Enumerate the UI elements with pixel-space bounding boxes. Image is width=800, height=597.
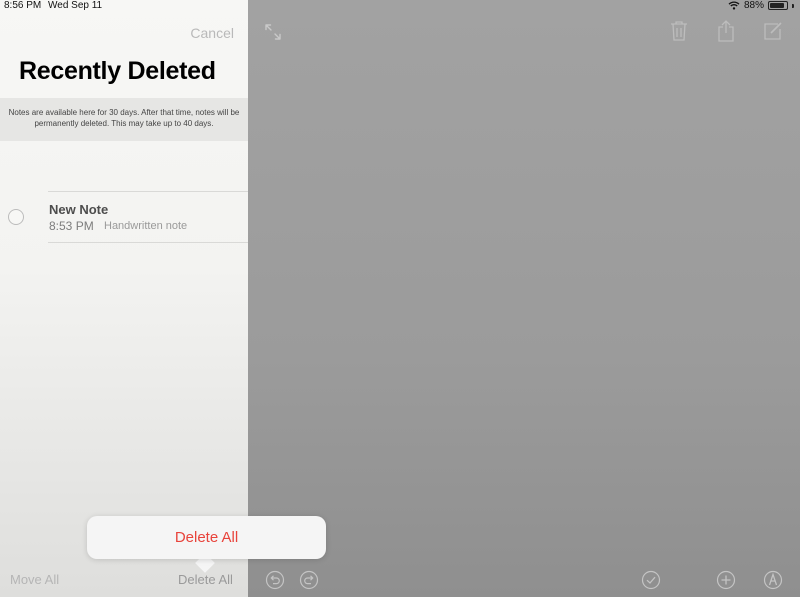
battery-icon bbox=[768, 1, 788, 10]
wifi-icon bbox=[728, 1, 740, 10]
compose-icon[interactable] bbox=[763, 21, 783, 41]
status-indicators: 88% bbox=[728, 0, 794, 11]
delete-all-button[interactable]: Delete All bbox=[178, 572, 233, 587]
list-item[interactable]: New Note 8:53 PM Handwritten note bbox=[0, 192, 248, 242]
undo-icon[interactable] bbox=[265, 570, 285, 590]
battery-cap bbox=[792, 3, 794, 8]
note-subtitle: Handwritten note bbox=[104, 220, 188, 232]
delete-all-popover: Delete All bbox=[87, 516, 326, 559]
move-all-button[interactable]: Move All bbox=[10, 572, 59, 587]
trash-icon[interactable] bbox=[670, 20, 688, 42]
select-radio[interactable] bbox=[8, 209, 24, 225]
recently-deleted-sidebar: Cancel Recently Deleted Notes are availa… bbox=[0, 0, 248, 597]
checklist-icon[interactable] bbox=[641, 570, 661, 590]
status-time: 8:56 PM bbox=[4, 0, 42, 11]
note-time: 8:53 PM bbox=[49, 219, 94, 233]
battery-fill bbox=[770, 3, 784, 8]
retention-notice: Notes are available here for 30 days. Af… bbox=[0, 98, 248, 141]
expand-icon[interactable] bbox=[264, 23, 282, 41]
status-date: Wed Sep 11 bbox=[48, 0, 103, 11]
cancel-button[interactable]: Cancel bbox=[190, 25, 234, 41]
status-bar: 8:56 PM Wed Sep 11 88% bbox=[0, 0, 800, 14]
confirm-delete-all-button[interactable]: Delete All bbox=[87, 516, 326, 559]
note-title: New Note bbox=[49, 202, 109, 217]
share-icon[interactable] bbox=[717, 19, 735, 43]
add-icon[interactable] bbox=[716, 570, 736, 590]
page-title: Recently Deleted bbox=[19, 57, 216, 85]
markup-icon[interactable] bbox=[763, 570, 783, 590]
note-canvas[interactable] bbox=[248, 0, 800, 597]
divider bbox=[48, 242, 248, 243]
redo-icon[interactable] bbox=[299, 570, 319, 590]
battery-percent: 88% bbox=[743, 0, 764, 11]
